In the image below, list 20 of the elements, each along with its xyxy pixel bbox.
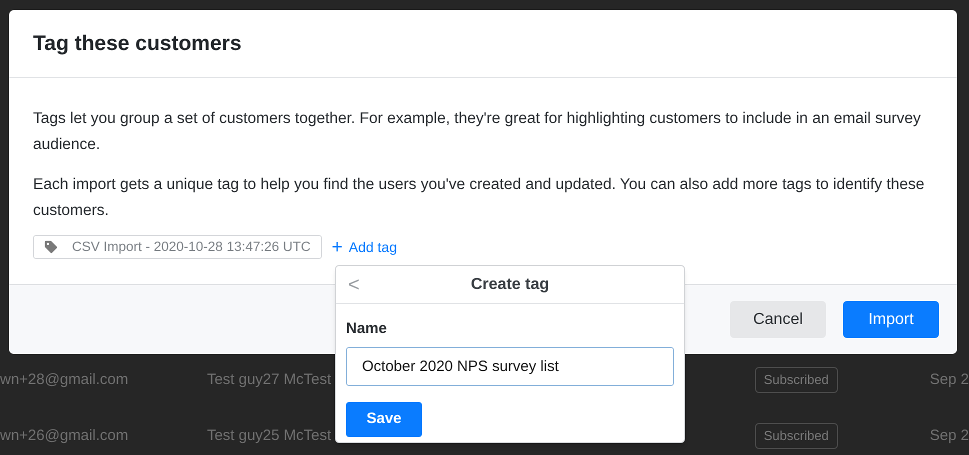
back-button[interactable]: < [348,274,360,294]
customer-name: Test guy25 McTest [206,426,332,446]
status-badge: Subscribed [754,423,838,449]
field-label: Name [346,319,387,339]
email-text: wn+26@gmail.com [0,426,130,446]
email-text: wn+28@gmail.com [0,370,130,390]
date-text: Sep 2 [930,426,969,446]
date-text: Sep 2 [930,370,969,390]
add-tag-link[interactable]: + Add tag [332,234,397,260]
tag-name-field[interactable]: October 2020 NPS survey list [346,346,674,386]
dialog-title: Tag these customers [33,30,242,57]
cancel-button[interactable]: Cancel [730,301,826,338]
save-button[interactable]: Save [346,402,422,436]
popover-title: Create tag [470,274,550,294]
tag-label: CSV Import - 2020-10-28 13:47:26 UTC [72,238,311,256]
tag-icon [44,240,58,254]
description-text: Each import gets a unique tag to help you find the users you've created and updated. You can also add more tags to identify these customers. [33,175,926,221]
status-badge: Subscribed [754,367,838,393]
description-text: Tags let you group a set of customers together. For example, they're great for highlighting customers to include in an email survey audience. [33,109,922,155]
import-button[interactable]: Import [843,301,939,338]
